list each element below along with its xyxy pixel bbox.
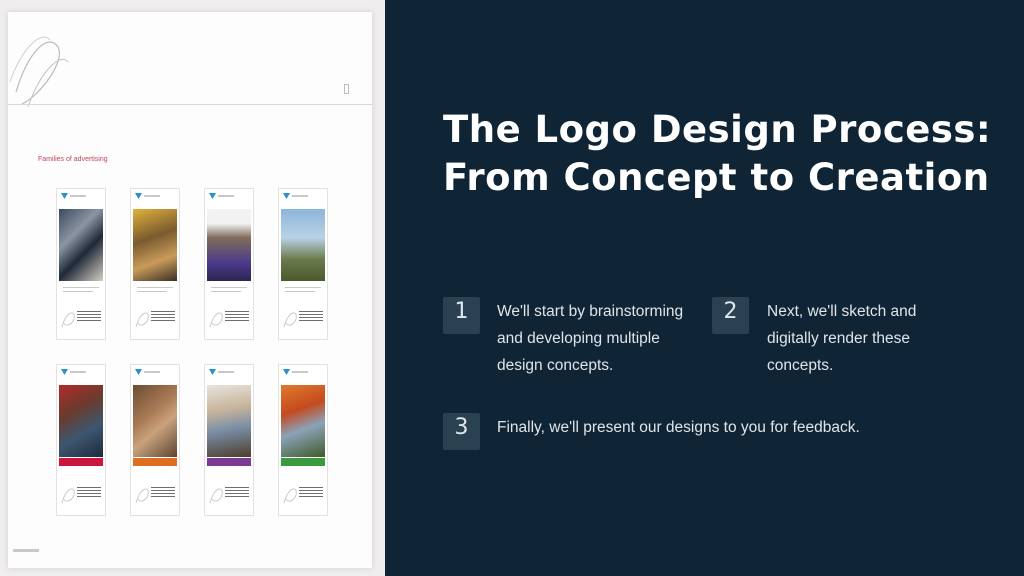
scroll-handle	[344, 84, 349, 94]
brand-logo-icon	[135, 193, 142, 199]
color-band	[59, 458, 103, 466]
document-preview-sheet: Families of advertising	[8, 12, 372, 568]
brochure-photo	[281, 385, 325, 457]
brochure-thumbnail	[130, 364, 180, 516]
step-number-badge: 2	[712, 297, 749, 334]
brochure-thumbnail	[56, 364, 106, 516]
brochure-photo	[281, 209, 325, 281]
brochure-photo	[133, 385, 177, 457]
document-preview-panel: Families of advertising	[0, 0, 385, 576]
sheet-divider	[8, 104, 372, 105]
brochure-photo	[59, 385, 103, 457]
color-band	[281, 458, 325, 466]
brochure-thumbnail	[204, 364, 254, 516]
brand-logo-icon	[283, 369, 290, 375]
step-text: Next, we'll sketch and digitally render …	[767, 303, 917, 374]
step-number-badge: 3	[443, 413, 480, 450]
brand-logo-icon	[209, 193, 216, 199]
document-heading: Families of advertising	[38, 156, 108, 163]
slide-title: The Logo Design Process: From Concept to…	[443, 108, 992, 199]
color-band	[207, 458, 251, 466]
step-text: We'll start by brainstorming and develop…	[497, 303, 684, 374]
brochure-thumbnail	[278, 364, 328, 516]
brand-logo-icon	[135, 369, 142, 375]
brochure-thumbnail	[130, 188, 180, 340]
sheet-footer-mark	[13, 549, 39, 552]
brochure-photo	[133, 209, 177, 281]
brochure-thumbnail	[204, 188, 254, 340]
brochure-photo	[207, 209, 251, 281]
slide-content-panel: The Logo Design Process: From Concept to…	[385, 0, 1024, 576]
brand-logo-icon	[209, 369, 216, 375]
brochure-photo	[59, 209, 103, 281]
decorative-swoosh-icon	[9, 36, 69, 108]
brochure-photo	[207, 385, 251, 457]
brochure-thumbnail	[56, 188, 106, 340]
brand-logo-icon	[283, 193, 290, 199]
step-text: Finally, we'll present our designs to yo…	[497, 419, 860, 436]
brand-logo-icon	[61, 193, 68, 199]
brochure-thumbnail	[278, 188, 328, 340]
step-number-badge: 1	[443, 297, 480, 334]
brand-logo-icon	[61, 369, 68, 375]
color-band	[133, 458, 177, 466]
